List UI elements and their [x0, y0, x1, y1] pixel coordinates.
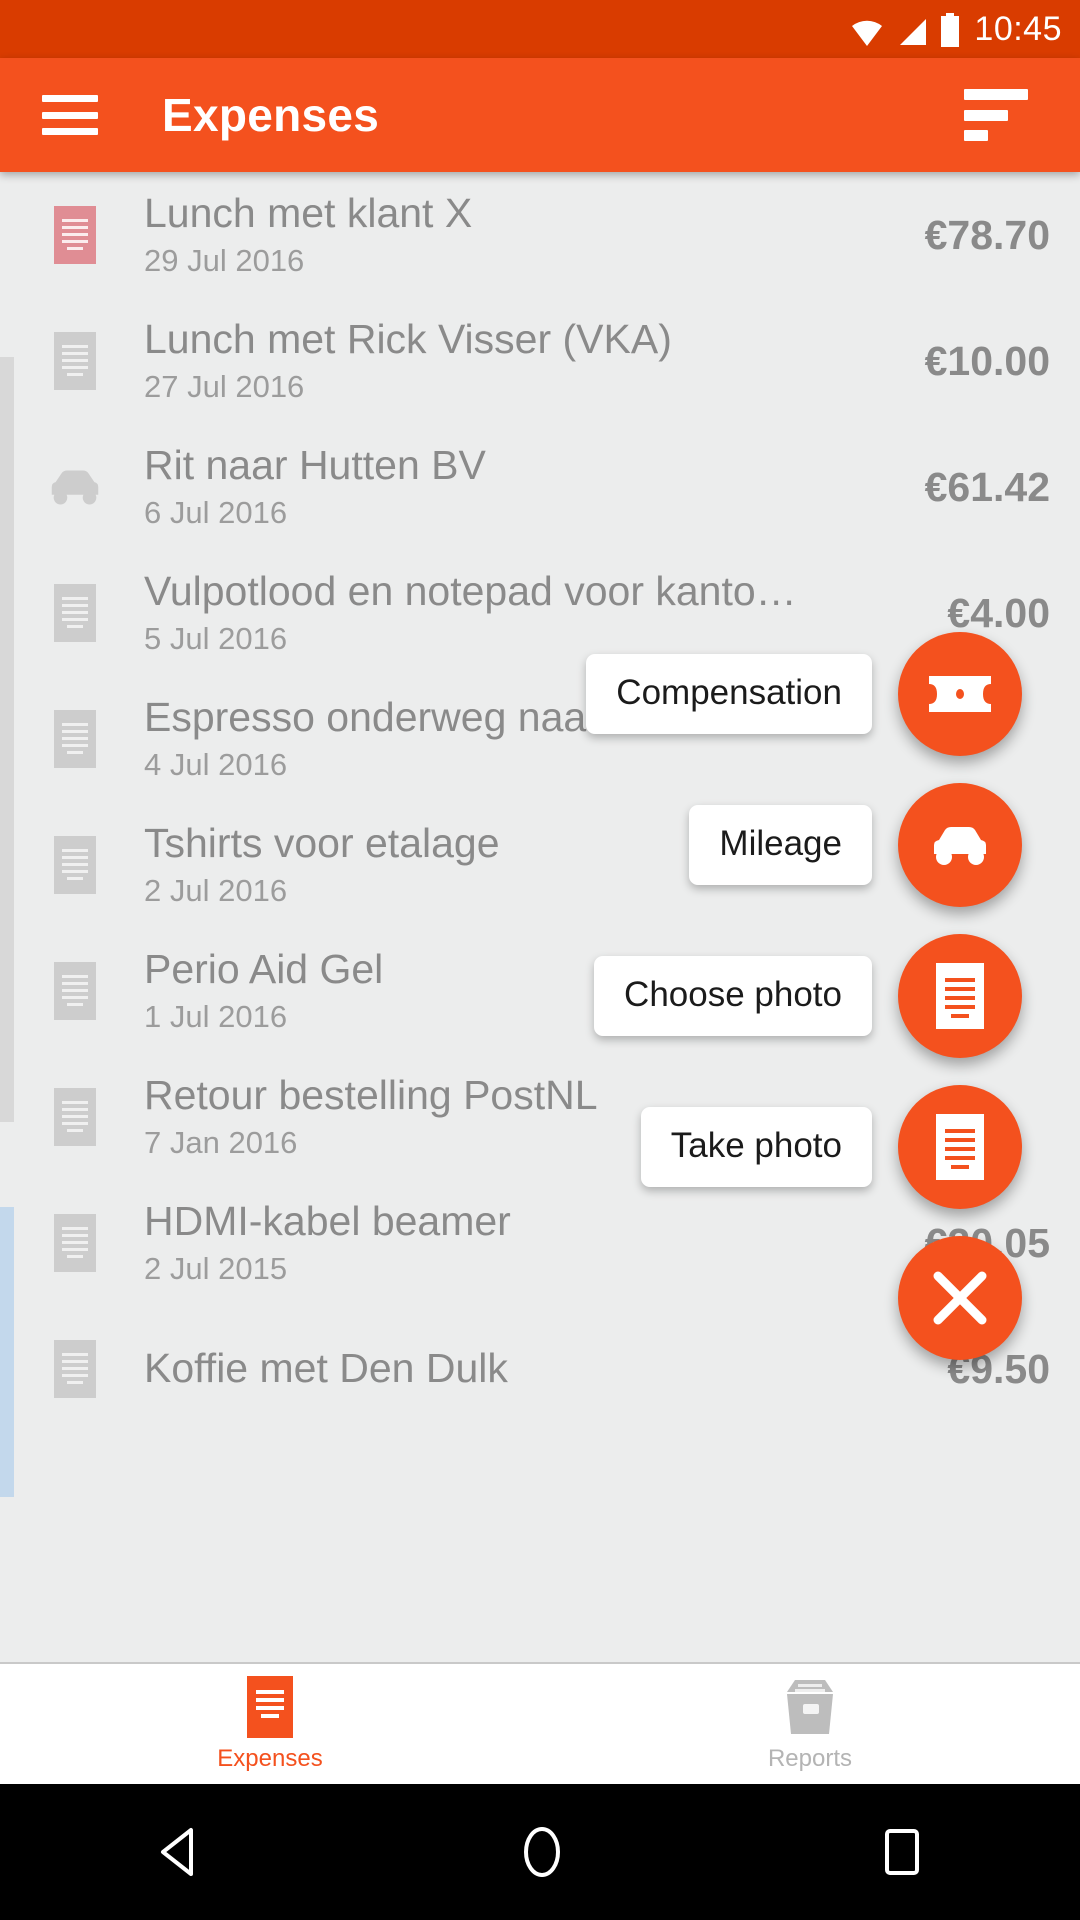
tab-expenses[interactable]: Expenses	[0, 1664, 540, 1784]
status-bar-clock: 10:45	[974, 10, 1062, 48]
receipt-icon	[936, 963, 984, 1029]
receipt-icon	[44, 332, 106, 390]
receipt-icon	[44, 584, 106, 642]
fab-item-compensation[interactable]: Compensation	[586, 632, 1080, 756]
expense-info: Rit naar Hutten BV 6 Jul 2016	[144, 440, 903, 534]
archive-box-icon	[787, 1679, 833, 1734]
car-icon-glyph	[51, 470, 99, 505]
choose-photo-fab-button[interactable]	[898, 934, 1022, 1058]
table-row[interactable]: Lunch met Rick Visser (VKA) 27 Jul 2016 …	[0, 298, 1080, 424]
expense-title: Koffie met Den Dulk	[144, 1345, 508, 1391]
receipt-icon	[44, 710, 106, 768]
expense-date: 6 Jul 2016	[144, 495, 288, 530]
fab-label: Take photo	[640, 1107, 872, 1187]
fab-item-close[interactable]	[898, 1236, 1080, 1360]
mileage-fab-button[interactable]	[898, 783, 1022, 907]
close-fab-button[interactable]	[898, 1236, 1022, 1360]
car-icon	[44, 465, 106, 509]
phone-screen: 10:45 Expenses Lunch met klant X 29 Jul …	[0, 0, 1080, 1920]
expense-title: Vulpotlood en notepad voor kanto…	[144, 568, 797, 614]
back-triangle-icon[interactable]	[157, 1826, 203, 1878]
expense-info: Koffie met Den Dulk	[144, 1343, 925, 1395]
expense-info: Lunch met klant X 29 Jul 2016	[144, 188, 903, 282]
expense-date: 2 Jul 2015	[144, 1251, 288, 1286]
expense-info: HDMI-kabel beamer 2 Jul 2015	[144, 1196, 903, 1290]
receipt-icon-pink	[44, 206, 106, 264]
tab-label: Expenses	[217, 1744, 323, 1772]
battery-icon	[941, 13, 960, 47]
receipt-icon	[44, 962, 106, 1020]
expense-list[interactable]: Lunch met klant X 29 Jul 2016 €78.70 Lun…	[0, 172, 1080, 1662]
table-row[interactable]: Rit naar Hutten BV 6 Jul 2016 €61.42	[0, 424, 1080, 550]
tab-label: Reports	[767, 1744, 853, 1772]
receipt-icon	[44, 1214, 106, 1272]
expense-title: Lunch met Rick Visser (VKA)	[144, 316, 672, 362]
tab-reports[interactable]: Reports	[540, 1664, 1080, 1784]
hamburger-menu-icon[interactable]	[42, 95, 98, 135]
app-bar: Expenses	[0, 58, 1080, 172]
expense-amount: €78.70	[924, 211, 1050, 258]
fab-label: Choose photo	[594, 956, 872, 1036]
receipt-icon	[44, 836, 106, 894]
receipt-icon	[247, 1675, 293, 1738]
expense-amount: €4.00	[947, 589, 1050, 636]
table-row[interactable]: Lunch met klant X 29 Jul 2016 €78.70	[0, 172, 1080, 298]
android-navigation-bar	[0, 1784, 1080, 1920]
banknote-icon	[929, 676, 991, 712]
close-icon	[933, 1271, 987, 1325]
car-icon	[934, 827, 986, 865]
status-bar-icons	[850, 11, 960, 47]
fab-item-mileage[interactable]: Mileage	[689, 783, 1080, 907]
recents-square-icon[interactable]	[881, 1825, 923, 1879]
expense-date: 27 Jul 2016	[144, 369, 305, 404]
bottom-navigation: Expenses Reports	[0, 1662, 1080, 1784]
status-bar: 10:45	[0, 0, 1080, 58]
expense-title: Lunch met klant X	[144, 190, 473, 236]
fab-item-choose-photo[interactable]: Choose photo	[594, 934, 1080, 1058]
fab-item-take-photo[interactable]: Take photo	[640, 1085, 1080, 1209]
expense-info: Lunch met Rick Visser (VKA) 27 Jul 2016	[144, 314, 903, 408]
fab-label: Compensation	[586, 654, 872, 734]
expense-amount: €10.00	[924, 337, 1050, 384]
expense-title: Rit naar Hutten BV	[144, 442, 486, 488]
page-title: Expenses	[162, 89, 380, 141]
fab-label: Mileage	[689, 805, 872, 885]
compensation-fab-button[interactable]	[898, 632, 1022, 756]
wifi-icon	[852, 20, 883, 46]
receipt-icon	[44, 1340, 106, 1398]
receipt-icon	[44, 1088, 106, 1146]
expense-amount: €61.42	[924, 463, 1050, 510]
take-photo-fab-button[interactable]	[898, 1085, 1022, 1209]
sort-icon[interactable]	[964, 89, 1028, 141]
expense-date: 29 Jul 2016	[144, 243, 305, 278]
cellular-signal-icon	[900, 19, 927, 45]
home-circle-icon[interactable]	[518, 1824, 566, 1880]
receipt-icon	[936, 1114, 984, 1180]
